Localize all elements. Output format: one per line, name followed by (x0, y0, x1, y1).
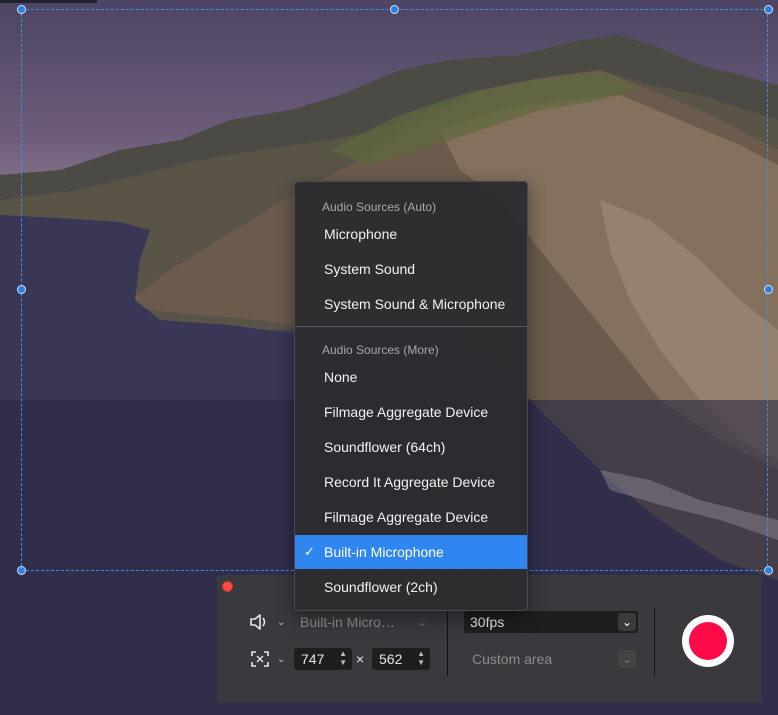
menu-item-none[interactable]: None (295, 360, 527, 394)
speaker-icon[interactable] (249, 612, 271, 637)
menu-item-system-sound[interactable]: System Sound (295, 252, 527, 286)
close-button[interactable] (222, 581, 233, 592)
height-stepper-icon[interactable]: ▲ ▼ (417, 649, 425, 667)
resize-handle-top-right[interactable] (764, 5, 773, 14)
resize-handle-top[interactable] (390, 5, 399, 14)
resize-handle-right[interactable] (764, 285, 773, 294)
record-icon (689, 622, 727, 660)
width-input[interactable]: 747 ▲ ▼ (294, 648, 352, 670)
menu-item-record-it-aggregate-device[interactable]: Record It Aggregate Device (295, 465, 527, 499)
menu-item-microphone[interactable]: Microphone (295, 217, 527, 251)
chevron-down-icon[interactable]: ⌄ (277, 654, 285, 665)
resize-handle-bottom-right[interactable] (764, 566, 773, 575)
width-stepper-icon[interactable]: ▲ ▼ (339, 649, 347, 667)
menu-header-more: Audio Sources (More) (322, 343, 439, 357)
menu-item-label: Built-in Microphone (324, 544, 444, 560)
menu-item-filmage-aggregate-device[interactable]: Filmage Aggregate Device (295, 395, 527, 429)
menu-item-filmage-aggregate-device-2[interactable]: Filmage Aggregate Device (295, 500, 527, 534)
menu-item-soundflower-64ch[interactable]: Soundflower (64ch) (295, 430, 527, 464)
height-value: 562 (379, 651, 403, 667)
resize-frame-icon[interactable] (250, 650, 270, 673)
chevron-down-icon: ⌄ (618, 613, 636, 631)
divider (447, 608, 448, 676)
menu-item-built-in-microphone[interactable]: ✓ Built-in Microphone (295, 535, 527, 569)
times-symbol: × (356, 651, 365, 667)
menu-separator (295, 326, 527, 327)
audio-source-menu: Audio Sources (Auto) Microphone System S… (294, 181, 528, 611)
audio-source-select[interactable]: Built-in Micro… ⌄ (295, 611, 433, 633)
fps-value: 30fps (470, 614, 505, 630)
resize-handle-left[interactable] (17, 285, 26, 294)
chevron-down-icon[interactable]: ⌄ (277, 617, 285, 628)
check-icon: ✓ (304, 544, 315, 559)
width-value: 747 (301, 651, 325, 667)
area-mode-value: Custom area (472, 651, 553, 667)
resize-handle-bottom-left[interactable] (17, 566, 26, 575)
resize-handle-top-left[interactable] (17, 5, 26, 14)
menu-item-system-sound-microphone[interactable]: System Sound & Microphone (295, 287, 527, 321)
menu-item-soundflower-2ch[interactable]: Soundflower (2ch) (295, 570, 527, 604)
divider (654, 608, 655, 676)
fps-select[interactable]: 30fps ⌄ (464, 611, 638, 633)
height-input[interactable]: 562 ▲ ▼ (372, 648, 430, 670)
menu-header-auto: Audio Sources (Auto) (322, 200, 437, 214)
top-tab-remnant (0, 0, 97, 3)
chevron-down-icon: ⌄ (416, 615, 427, 629)
record-button[interactable] (682, 615, 734, 667)
area-mode-select[interactable]: Custom area ⌄ (464, 648, 638, 670)
audio-source-value: Built-in Micro… (300, 614, 395, 630)
chevron-down-icon: ⌄ (618, 650, 636, 668)
